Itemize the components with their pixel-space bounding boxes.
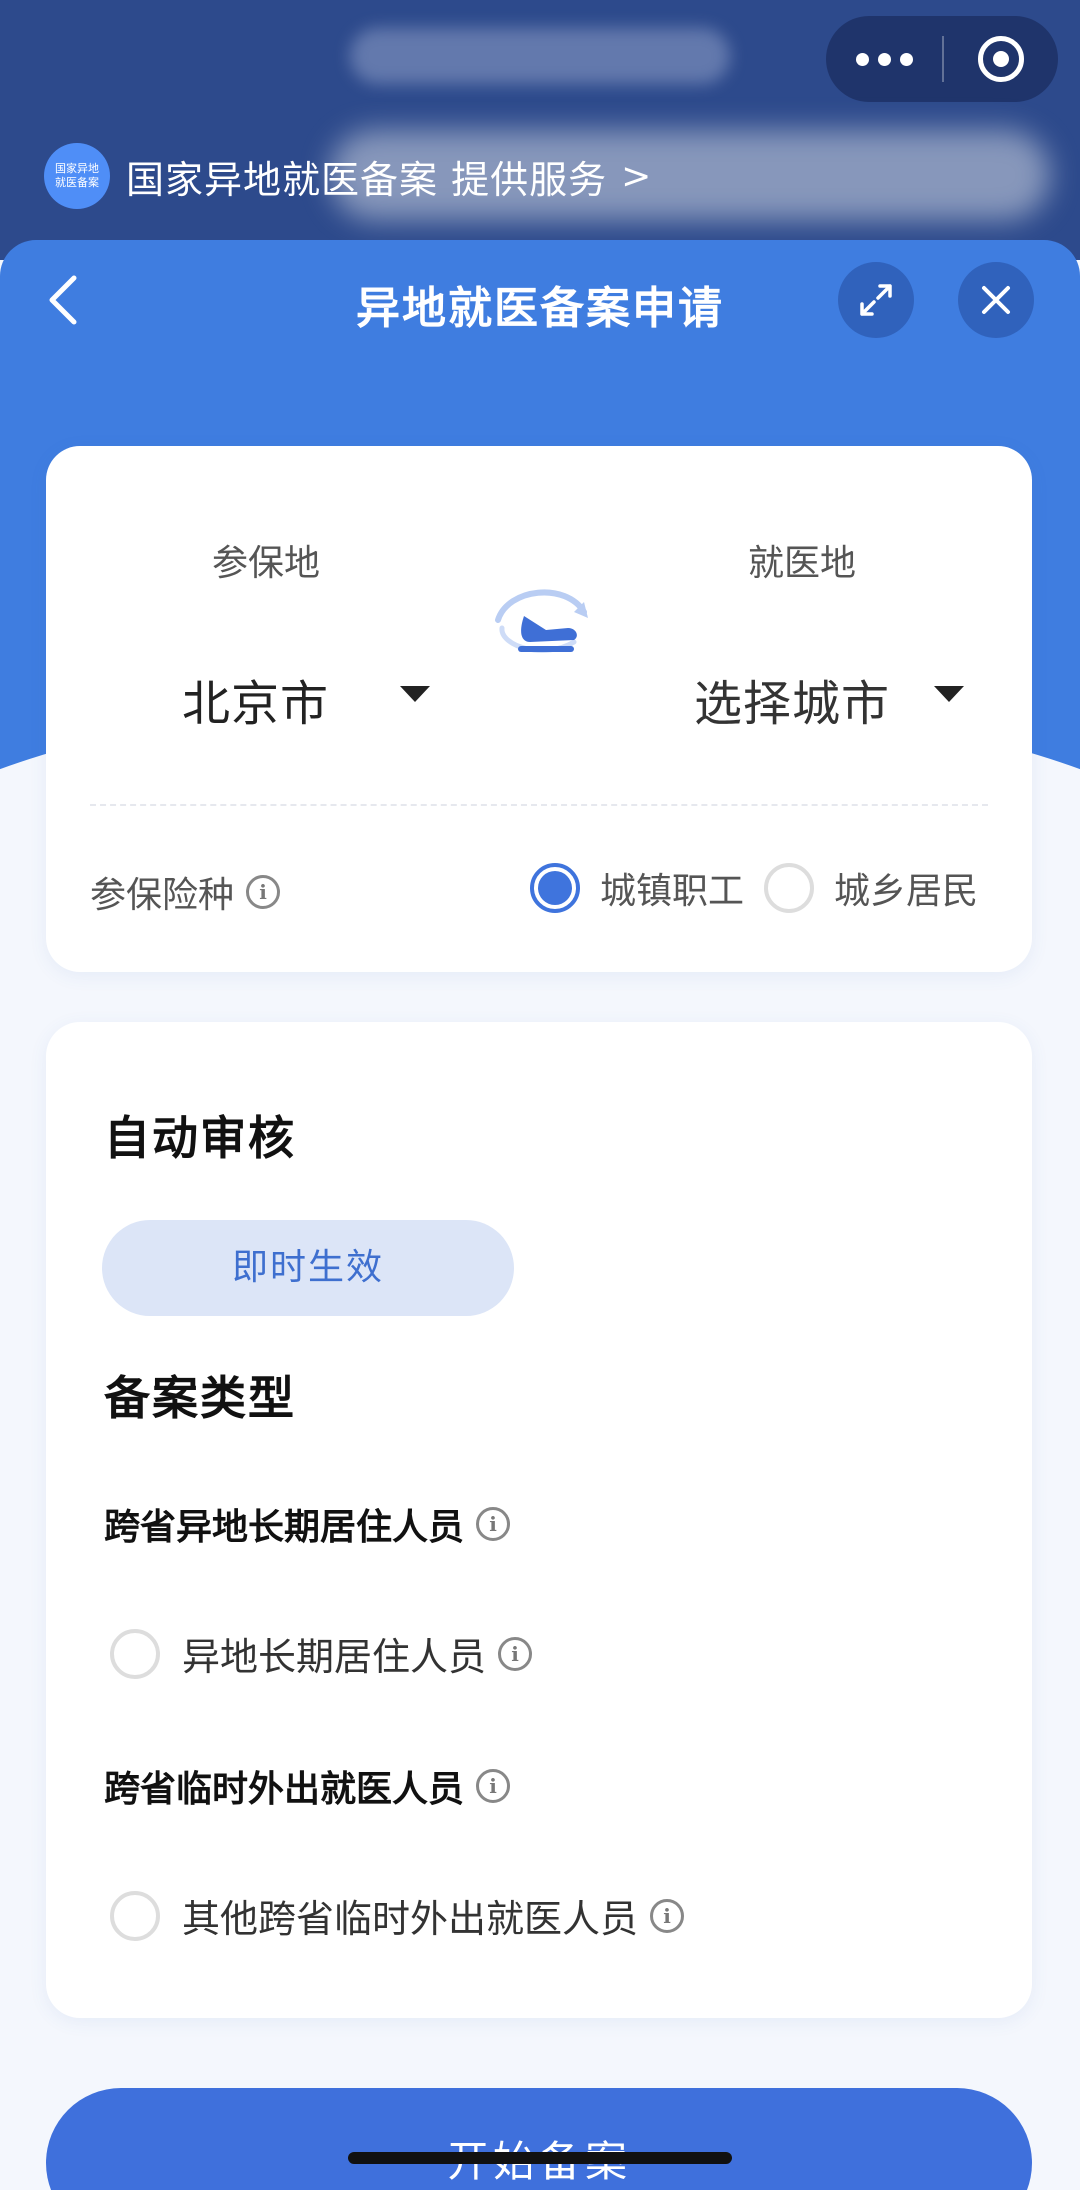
plane-swap-icon bbox=[495, 589, 588, 653]
expand-icon bbox=[860, 284, 892, 316]
divider bbox=[90, 804, 988, 806]
option-label: 其他跨省临时外出就医人员 bbox=[182, 1897, 639, 1941]
blurred-title bbox=[350, 28, 730, 84]
chevron-right-icon: > bbox=[621, 155, 652, 197]
option-temporary-outbound[interactable]: 其他跨省临时外出就医人员 i bbox=[110, 1888, 685, 1943]
instant-effect-tag: 即时生效 bbox=[102, 1220, 514, 1316]
info-icon[interactable]: i bbox=[498, 1636, 533, 1671]
radio-label: 城镇职工 bbox=[600, 871, 745, 912]
menu-capsule bbox=[826, 16, 1058, 102]
provider-logo: 国家异地就医备案 bbox=[44, 143, 110, 209]
info-icon[interactable]: i bbox=[476, 1769, 511, 1803]
insured-city[interactable]: 北京市 bbox=[182, 664, 329, 734]
group-title-label: 跨省异地长期居住人员 bbox=[104, 1507, 465, 1548]
target-icon[interactable] bbox=[944, 16, 1058, 102]
group-title-label: 跨省临时外出就医人员 bbox=[104, 1769, 465, 1810]
insurance-type-label: 参保险种 bbox=[90, 875, 235, 916]
page-title: 异地就医备案申请 bbox=[356, 283, 724, 334]
option-label: 异地长期居住人员 bbox=[182, 1635, 487, 1679]
expand-button[interactable] bbox=[838, 262, 914, 338]
radio-unchecked-icon[interactable] bbox=[110, 1890, 160, 1941]
info-icon[interactable]: i bbox=[476, 1507, 511, 1541]
start-filing-button[interactable]: 开始备案 bbox=[46, 2088, 1032, 2190]
dropdown-icon[interactable] bbox=[400, 686, 430, 702]
auto-review-title: 自动审核 bbox=[104, 1111, 296, 1165]
treatment-city-select[interactable]: 选择城市 bbox=[694, 664, 890, 734]
info-icon[interactable]: i bbox=[246, 875, 281, 909]
group-title-temporary: 跨省临时外出就医人员 i bbox=[104, 1760, 511, 1812]
more-icon[interactable] bbox=[826, 16, 942, 102]
radio-checked-icon[interactable] bbox=[530, 863, 580, 913]
radio-label: 城乡居民 bbox=[834, 871, 979, 912]
group-title-long-term: 跨省异地长期居住人员 i bbox=[104, 1498, 511, 1550]
nav-bar: 异地就医备案申请 bbox=[0, 250, 1080, 350]
mini-program-header: 国家异地就医备案 国家异地就医备案 提供服务 > bbox=[0, 0, 1080, 260]
location-card: 参保地 就医地 北京市 选择城市 参保险种 i 城镇职工 城乡居民 bbox=[46, 446, 1032, 972]
radio-urban-rural-resident[interactable]: 城乡居民 bbox=[764, 862, 978, 914]
option-long-term-resident[interactable]: 异地长期居住人员 i bbox=[110, 1626, 533, 1681]
radio-unchecked-icon[interactable] bbox=[764, 863, 814, 913]
treatment-place-label: 就医地 bbox=[748, 543, 857, 584]
radio-unchecked-icon[interactable] bbox=[110, 1628, 160, 1679]
home-indicator bbox=[348, 2152, 732, 2164]
radio-urban-employee[interactable]: 城镇职工 bbox=[530, 862, 744, 914]
provider-link[interactable]: 国家异地就医备案 国家异地就医备案 提供服务 > bbox=[44, 143, 651, 209]
filing-card: 自动审核 即时生效 备案类型 跨省异地长期居住人员 i 异地长期居住人员 i 跨… bbox=[46, 1022, 1032, 2018]
close-icon bbox=[982, 286, 1010, 314]
insurance-type: 参保险种 i bbox=[90, 866, 281, 918]
dropdown-icon[interactable] bbox=[934, 686, 964, 702]
insured-place-label: 参保地 bbox=[212, 543, 321, 584]
info-icon[interactable]: i bbox=[650, 1898, 685, 1933]
page: 国家异地就医备案 国家异地就医备案 提供服务 > 异地就医备案申请 参保地 就医… bbox=[0, 0, 1080, 2190]
filing-type-title: 备案类型 bbox=[104, 1371, 296, 1425]
provider-label: 国家异地就医备案 提供服务 bbox=[126, 157, 608, 202]
close-button[interactable] bbox=[958, 262, 1034, 338]
